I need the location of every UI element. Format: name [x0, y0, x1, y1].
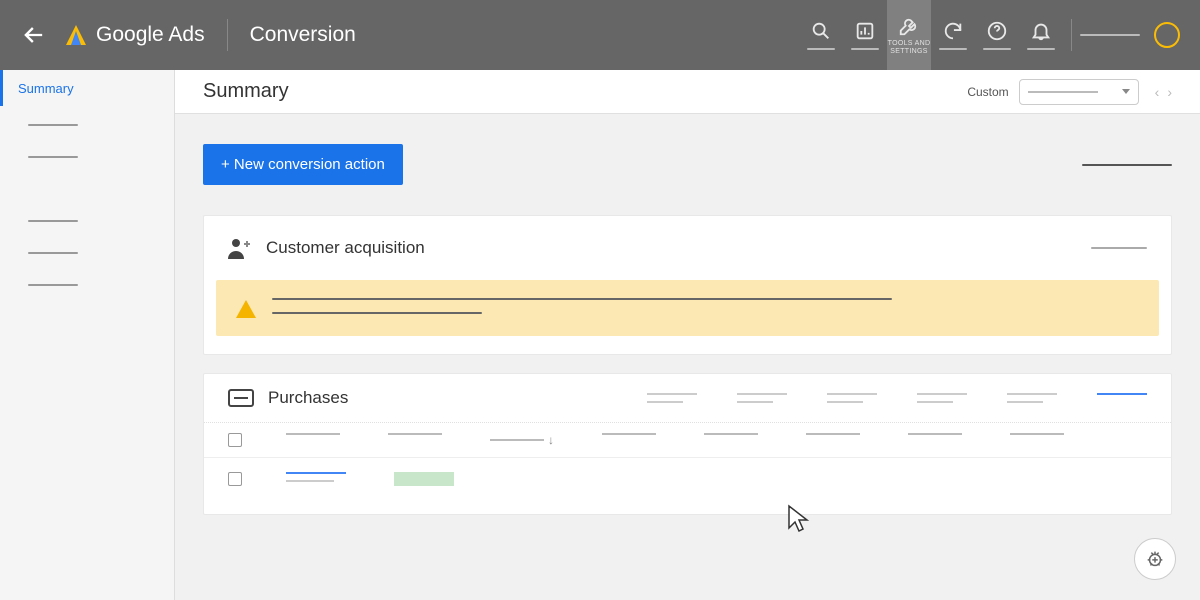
header-divider: [227, 19, 228, 51]
header-separator: [1071, 19, 1072, 51]
page-header: Summary Custom ‹ ›: [175, 70, 1200, 114]
stat-column: [917, 393, 967, 403]
sidebar: Summary: [0, 70, 175, 600]
notifications-icon[interactable]: [1019, 0, 1063, 70]
sidebar-item-placeholder[interactable]: [28, 284, 156, 298]
prev-period-button[interactable]: ‹: [1155, 84, 1160, 100]
cell-link[interactable]: [286, 472, 346, 474]
google-ads-logo-icon: [66, 25, 86, 45]
purchases-card: Purchases ↓: [203, 373, 1172, 515]
back-button[interactable]: [20, 21, 48, 49]
tools-settings-icon[interactable]: TOOLS AND SETTINGS: [887, 0, 931, 70]
header-section-title: Conversion: [250, 23, 356, 47]
account-placeholder[interactable]: [1080, 34, 1140, 36]
feedback-bug-button[interactable]: [1134, 538, 1176, 580]
credit-card-icon: [228, 389, 254, 407]
search-icon[interactable]: [799, 0, 843, 70]
sidebar-item-placeholder[interactable]: [28, 220, 156, 234]
stat-column: [737, 393, 787, 403]
date-range-label: Custom: [967, 85, 1008, 99]
cell-text: [286, 480, 334, 482]
select-all-checkbox[interactable]: [228, 433, 242, 447]
new-conversion-action-button[interactable]: + New conversion action: [203, 144, 403, 185]
table-row[interactable]: [204, 458, 1171, 514]
sidebar-item-placeholder[interactable]: [28, 156, 156, 170]
bug-icon: [1144, 548, 1166, 570]
column-header-sorted[interactable]: [490, 439, 544, 441]
chevron-down-icon: [1122, 89, 1130, 94]
sort-arrow-icon: ↓: [548, 433, 554, 447]
page-title: Summary: [203, 80, 289, 103]
stat-column: [1007, 393, 1057, 403]
column-header[interactable]: [806, 433, 860, 435]
customer-acquisition-title: Customer acquisition: [266, 238, 425, 258]
sidebar-item-placeholder[interactable]: [28, 124, 156, 138]
table-header: ↓: [204, 423, 1171, 458]
sidebar-item-summary[interactable]: Summary: [0, 70, 174, 106]
next-period-button[interactable]: ›: [1167, 84, 1172, 100]
sidebar-item-placeholder[interactable]: [28, 252, 156, 266]
alert-text-line: [272, 312, 482, 314]
account-avatar[interactable]: [1154, 22, 1180, 48]
stat-column-link[interactable]: [1097, 393, 1147, 403]
main-content: Summary Custom ‹ › + New conversion acti…: [175, 70, 1200, 600]
warning-icon: [236, 300, 256, 318]
tools-label: TOOLS AND SETTINGS: [887, 40, 931, 55]
reports-icon[interactable]: [843, 0, 887, 70]
column-header[interactable]: [908, 433, 962, 435]
row-checkbox[interactable]: [228, 472, 242, 486]
alert-text-line: [272, 298, 892, 300]
help-icon[interactable]: [975, 0, 1019, 70]
toolbar-placeholder: [1082, 164, 1172, 166]
column-header[interactable]: [388, 433, 442, 435]
warning-alert: [216, 280, 1159, 336]
column-header[interactable]: [1010, 433, 1064, 435]
card-action-placeholder[interactable]: [1091, 247, 1147, 249]
stat-column: [647, 393, 697, 403]
date-range-select[interactable]: [1019, 79, 1139, 105]
column-header[interactable]: [704, 433, 758, 435]
date-nav: ‹ ›: [1155, 84, 1172, 100]
person-add-icon: [228, 237, 252, 259]
column-header[interactable]: [286, 433, 340, 435]
app-header: Google Ads Conversion TOOLS AND SETTINGS: [0, 0, 1200, 70]
column-header[interactable]: [602, 433, 656, 435]
brand-name: Google Ads: [96, 23, 205, 47]
customer-acquisition-card: Customer acquisition: [203, 215, 1172, 355]
refresh-icon[interactable]: [931, 0, 975, 70]
status-pill: [394, 472, 454, 486]
brand-logo: Google Ads: [66, 23, 205, 47]
stat-column: [827, 393, 877, 403]
purchases-title: Purchases: [268, 388, 348, 408]
